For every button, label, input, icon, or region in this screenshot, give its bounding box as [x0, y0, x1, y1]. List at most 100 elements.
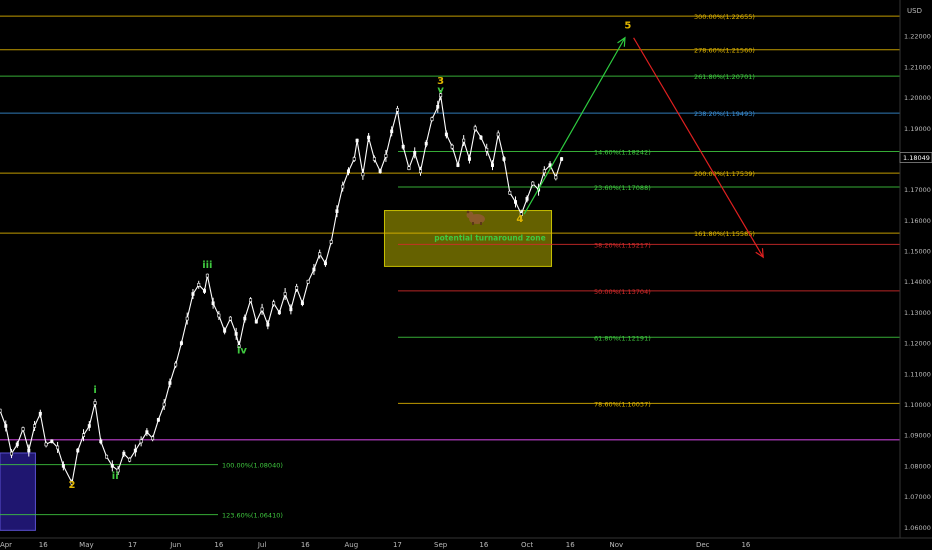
candle-body — [202, 289, 206, 293]
price-tick-label: 1.15000 — [904, 248, 931, 256]
bear-leg — [480, 222, 482, 225]
candle-body — [21, 427, 25, 431]
time-tick-label: 16 — [741, 541, 750, 549]
candle-body — [341, 184, 345, 189]
candle-body — [211, 301, 215, 306]
candle-body — [122, 451, 126, 456]
candle-body — [151, 436, 155, 441]
currency-label: USD — [907, 7, 922, 15]
fib-label: 278.60%(1.21560) — [694, 47, 755, 55]
candle-body — [128, 457, 132, 462]
time-axis[interactable]: Apr 16 May 17 Jun 16 Jul 16 Aug 17 Sep 16 Oct 16 Nov De… — [0, 537, 932, 550]
price-tick-label: 1.14000 — [904, 278, 931, 286]
fib-label: 61.80%(1.12191) — [594, 334, 651, 342]
time-tick-label: Nov — [609, 541, 623, 549]
fib-label: 23.60%(1.17088) — [594, 184, 651, 192]
price-chart[interactable]: 300.00%(1.22655)278.60%(1.21560)261.80%(… — [0, 0, 932, 550]
candle-body — [174, 362, 178, 367]
candle-body — [300, 301, 304, 306]
candle-body — [223, 329, 227, 333]
candle-body — [390, 129, 394, 134]
candle-body — [99, 439, 103, 444]
price-tick-label: 1.22000 — [904, 33, 931, 41]
price-tick-label: 1.10000 — [904, 401, 931, 409]
wave-label: 2 — [69, 480, 76, 491]
bear-ear — [466, 210, 470, 214]
time-tick-label: Jun — [169, 541, 181, 549]
candle-body — [346, 169, 350, 174]
price-tick-label: 1.07000 — [904, 493, 931, 501]
candle-body — [15, 442, 19, 447]
candle-body — [418, 169, 422, 174]
time-tick-label: Dec — [696, 541, 710, 549]
candle-body — [401, 144, 405, 149]
candle-body — [197, 283, 201, 287]
candle-body — [168, 381, 172, 385]
candle-body — [450, 144, 454, 149]
wave-label: i — [93, 385, 96, 396]
price-tick-label: 1.11000 — [904, 370, 931, 378]
candle-body — [542, 169, 546, 174]
candle-body — [456, 163, 460, 167]
wave-label: iii — [202, 260, 212, 271]
candle-body — [560, 157, 564, 161]
fib-label: 14.60%(1.18242) — [594, 149, 651, 157]
candle-body — [76, 448, 80, 453]
candle-body — [156, 418, 160, 422]
candle-body — [531, 181, 535, 186]
candle-body — [496, 132, 500, 137]
wave-label: 4 — [516, 214, 523, 225]
time-tick-label: 17 — [128, 541, 137, 549]
fib-label: 78.60%(1.10037) — [594, 400, 651, 408]
bear-leg — [472, 222, 474, 225]
candle-body — [185, 316, 189, 321]
candle-body — [318, 252, 322, 256]
candle-body — [266, 322, 270, 327]
candle-body — [378, 169, 382, 174]
candle-body — [234, 332, 238, 336]
candle-body — [217, 313, 221, 318]
candle-body — [82, 433, 86, 437]
candle-body — [490, 163, 494, 167]
candle-body — [329, 240, 333, 244]
time-tick-label: 16 — [214, 541, 223, 549]
candle-body — [228, 316, 232, 321]
candle-body — [272, 301, 276, 306]
candle-body — [44, 442, 48, 447]
time-tick-label: Jul — [257, 541, 267, 549]
candle-body — [105, 454, 109, 459]
candle-body — [502, 157, 506, 161]
price-tick-label: 1.06000 — [904, 524, 931, 532]
candle-body — [323, 261, 327, 266]
candle-body — [335, 209, 339, 213]
turnaround-zone-label: potential turnaround zone — [434, 233, 545, 242]
chart-background — [0, 0, 932, 550]
candle-body — [514, 200, 518, 204]
candle-body — [485, 147, 489, 152]
time-axis-background — [0, 538, 932, 550]
price-tick-label: 1.17000 — [904, 186, 931, 194]
candle-body — [50, 439, 54, 444]
candle-body — [525, 197, 529, 201]
candle-body — [56, 445, 60, 450]
candle-body — [249, 298, 253, 302]
candle-body — [139, 439, 143, 444]
fib-label: 38.20%(1.15217) — [594, 241, 651, 249]
time-tick-label: 17 — [393, 541, 402, 549]
fib-label: 261.80%(1.20701) — [694, 73, 755, 81]
price-axis-background — [900, 0, 932, 538]
candle-body — [0, 408, 2, 413]
wave-label: iv — [237, 346, 247, 357]
price-tick-label: 1.09000 — [904, 432, 931, 440]
time-tick-label: Oct — [521, 541, 533, 549]
candle-body — [395, 108, 399, 112]
candle-body — [191, 292, 195, 296]
fib-label: 300.00%(1.22655) — [694, 13, 755, 21]
price-tick-label: 1.19000 — [904, 125, 931, 133]
candle-body — [33, 424, 37, 428]
candle-body — [179, 341, 183, 345]
price-axis[interactable]: USD 1.06000 1.07000 1.08000 1.09000 1.10000 1… — [899, 0, 932, 538]
fib-label: 123.60%(1.06410) — [222, 512, 283, 520]
candle-body — [87, 424, 91, 428]
candle-body — [243, 316, 247, 321]
